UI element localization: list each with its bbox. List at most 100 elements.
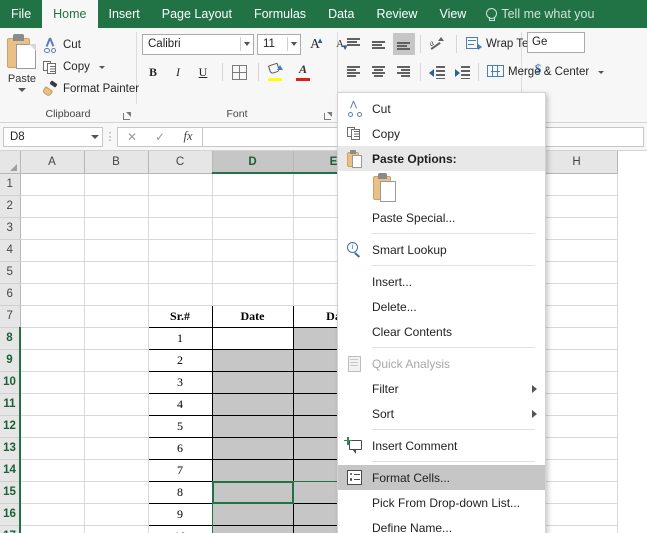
row-header-10[interactable]: 10	[0, 371, 21, 394]
column-header-a[interactable]: A	[20, 151, 85, 174]
cell-a3[interactable]	[20, 217, 85, 240]
row-header-14[interactable]: 14	[0, 459, 21, 482]
tab-data[interactable]: Data	[317, 0, 365, 28]
cell-d1[interactable]	[212, 173, 294, 196]
cell-c15[interactable]: 8	[147, 480, 213, 504]
cell-a12[interactable]	[20, 415, 85, 438]
cell-c7-sr-header[interactable]: Sr.#	[147, 304, 213, 328]
paste-dropdown-caret-icon[interactable]	[18, 88, 26, 92]
cell-c6[interactable]	[148, 283, 213, 306]
context-menu-item-define-name[interactable]: Define Name...	[338, 515, 545, 533]
cell-a17[interactable]	[20, 525, 85, 533]
cell-d6[interactable]	[212, 283, 294, 306]
row-header-8[interactable]: 8	[0, 327, 21, 350]
clipboard-dialog-launcher[interactable]	[123, 112, 132, 121]
cell-c14[interactable]: 7	[147, 458, 213, 482]
cell-c1[interactable]	[148, 173, 213, 196]
cancel-formula-button[interactable]: ✕	[118, 128, 146, 146]
cell-d10[interactable]	[211, 370, 294, 394]
cell-c8[interactable]: 1	[147, 326, 213, 350]
align-center-button[interactable]	[368, 61, 390, 83]
cell-c13[interactable]: 6	[147, 436, 213, 460]
copy-button[interactable]: Copy	[39, 57, 142, 77]
cell-a15[interactable]	[20, 481, 85, 504]
cell-b2[interactable]	[84, 195, 149, 218]
tell-me-search[interactable]: Tell me what you	[477, 0, 602, 28]
align-right-button[interactable]	[393, 61, 415, 83]
cell-h1[interactable]	[536, 173, 618, 196]
context-menu-item-smart-lookup[interactable]: Smart Lookup	[338, 237, 545, 262]
row-header-12[interactable]: 12	[0, 415, 21, 438]
cell-a7[interactable]	[20, 305, 85, 328]
font-dialog-launcher[interactable]	[324, 112, 333, 121]
cell-d4[interactable]	[212, 239, 294, 262]
cell-b12[interactable]	[84, 415, 149, 438]
context-menu-item-sort[interactable]: Sort	[338, 401, 545, 426]
cell-c12[interactable]: 5	[147, 414, 213, 438]
cell-h5[interactable]	[536, 261, 618, 284]
cell-c3[interactable]	[148, 217, 213, 240]
cell-d15[interactable]	[211, 480, 294, 504]
accounting-format-button[interactable]: $	[527, 58, 549, 80]
underline-button[interactable]: U	[192, 61, 214, 83]
cell-a5[interactable]	[20, 261, 85, 284]
align-middle-button[interactable]	[368, 33, 390, 55]
cell-b14[interactable]	[84, 459, 149, 482]
cell-h3[interactable]	[536, 217, 618, 240]
font-color-button[interactable]: A	[292, 61, 314, 83]
enter-formula-button[interactable]: ✓	[146, 128, 174, 146]
cell-h13[interactable]	[536, 437, 618, 460]
cell-a11[interactable]	[20, 393, 85, 416]
cell-a16[interactable]	[20, 503, 85, 526]
cell-b8[interactable]	[84, 327, 149, 350]
cell-b4[interactable]	[84, 239, 149, 262]
cell-h8[interactable]	[536, 327, 618, 350]
column-header-b[interactable]: B	[84, 151, 149, 174]
cell-b3[interactable]	[84, 217, 149, 240]
italic-button[interactable]: I	[167, 61, 189, 83]
name-box[interactable]: D8	[3, 126, 103, 147]
cell-b11[interactable]	[84, 393, 149, 416]
cell-d11[interactable]	[211, 392, 294, 416]
cell-d2[interactable]	[212, 195, 294, 218]
cell-b7[interactable]	[84, 305, 149, 328]
increase-indent-button[interactable]	[451, 61, 473, 83]
column-header-c[interactable]: C	[148, 151, 213, 174]
chevron-down-icon[interactable]	[91, 134, 99, 139]
cell-b17[interactable]	[84, 525, 149, 533]
formula-bar-grip[interactable]: ⋮	[103, 130, 117, 143]
tab-view[interactable]: View	[428, 0, 477, 28]
cell-d7-date-header[interactable]: Date	[211, 304, 294, 328]
cell-d13[interactable]	[211, 436, 294, 460]
cell-d5[interactable]	[212, 261, 294, 284]
cell-b13[interactable]	[84, 437, 149, 460]
context-menu-item-paste-special[interactable]: Paste Special...	[338, 205, 545, 230]
context-menu-item-clear-contents[interactable]: Clear Contents	[338, 319, 545, 344]
cell-b6[interactable]	[84, 283, 149, 306]
tab-formulas[interactable]: Formulas	[243, 0, 317, 28]
tab-file[interactable]: File	[0, 0, 42, 28]
column-header-h[interactable]: H	[536, 151, 618, 174]
font-name-combo[interactable]: Calibri	[142, 33, 254, 55]
row-header-5[interactable]: 5	[0, 261, 21, 284]
orientation-button[interactable]: a	[426, 33, 448, 55]
context-menu-item-copy[interactable]: Copy	[338, 121, 545, 146]
decrease-indent-button[interactable]	[426, 61, 448, 83]
cell-a1[interactable]	[20, 173, 85, 196]
context-menu-item-insert-comment[interactable]: Insert Comment	[338, 433, 545, 458]
cell-a13[interactable]	[20, 437, 85, 460]
cell-h2[interactable]	[536, 195, 618, 218]
cell-c5[interactable]	[148, 261, 213, 284]
cell-h12[interactable]	[536, 415, 618, 438]
align-top-button[interactable]	[343, 33, 365, 55]
context-menu-item-insert[interactable]: Insert...	[338, 269, 545, 294]
insert-function-button[interactable]: fx	[174, 128, 202, 146]
cell-a4[interactable]	[20, 239, 85, 262]
row-header-7[interactable]: 7	[0, 305, 21, 328]
cell-h7[interactable]	[536, 305, 618, 328]
context-menu-item-format-cells[interactable]: Format Cells...	[338, 465, 545, 490]
tab-insert[interactable]: Insert	[98, 0, 151, 28]
cell-a2[interactable]	[20, 195, 85, 218]
cell-b9[interactable]	[84, 349, 149, 372]
context-menu-item-filter[interactable]: Filter	[338, 376, 545, 401]
